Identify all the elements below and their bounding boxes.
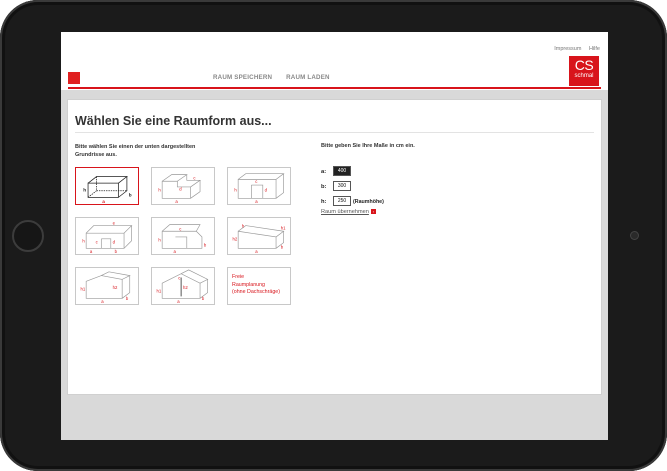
svg-text:h: h [82, 239, 85, 244]
free-planning-line: Freie [232, 274, 245, 280]
brand-square-icon [68, 72, 80, 84]
main-nav: RAUM SPEICHERN RAUM LADEN [213, 74, 342, 81]
svg-text:a: a [255, 199, 258, 204]
free-planning-text: Freie Raumplanung (ohne Dachschräge) [232, 274, 280, 297]
page-title: Wählen Sie eine Raumform aus... [75, 114, 272, 128]
shape-option-gable[interactable]: h1 h2 a b [75, 267, 139, 305]
save-room-link[interactable]: RAUM SPEICHERN [213, 74, 272, 81]
u-shape-room-icon: h a c d [234, 173, 285, 204]
rect-room-icon: h a b [83, 176, 132, 204]
dim-row-h: h: 250 (Raumhöhe) [321, 196, 384, 206]
svg-text:h1: h1 [156, 289, 161, 294]
header-divider [68, 87, 601, 89]
svg-text:c: c [96, 240, 99, 245]
svg-text:a: a [102, 200, 105, 204]
svg-text:b: b [126, 296, 129, 301]
home-button[interactable] [12, 220, 44, 252]
svg-text:b: b [204, 242, 207, 247]
svg-text:b: b [202, 296, 205, 301]
header: Impressum Hilfe RAUM SPEICHERN RAUM LADE… [61, 32, 608, 90]
l-step-room-icon: h a b c d e [82, 221, 133, 254]
slope-room-icon: h2 h1 h a b [232, 223, 286, 254]
svg-text:d: d [265, 188, 268, 193]
top-links: Impressum Hilfe [548, 46, 600, 52]
dim-row-b: b: 300 [321, 181, 351, 191]
take-room-link[interactable]: Raum übernehmen › [321, 209, 376, 215]
shape-instruction: Bitte wählen Sie einen der unten dargest… [75, 144, 196, 158]
svg-text:h1: h1 [281, 225, 286, 230]
svg-text:a: a [175, 199, 178, 204]
dim-input-h[interactable]: 250 [333, 196, 351, 206]
svg-text:h2: h2 [232, 237, 237, 242]
shape-option-l-step[interactable]: h a b c d e [75, 217, 139, 255]
dim-label-a: a: [321, 168, 327, 175]
svg-text:h: h [234, 188, 237, 193]
main-panel: Wählen Sie eine Raumform aus... Bitte wä… [67, 99, 602, 395]
svg-text:d: d [179, 187, 182, 192]
dim-input-b[interactable]: 300 [333, 181, 351, 191]
svg-text:b: b [129, 192, 132, 198]
help-link[interactable]: Hilfe [589, 46, 600, 52]
svg-text:h: h [242, 223, 245, 228]
l-shape-room-icon: h a d c [158, 174, 202, 204]
svg-text:a: a [101, 299, 104, 304]
svg-text:e: e [113, 221, 116, 226]
shape-option-rect[interactable]: h a b [75, 167, 139, 205]
svg-text:h: h [83, 188, 86, 194]
dim-row-a: a: 400 [321, 166, 351, 176]
free-planning-line: Raumplanung [232, 281, 265, 288]
svg-text:c: c [255, 179, 258, 184]
take-room-label: Raum übernehmen [321, 209, 369, 215]
svg-text:h1: h1 [80, 287, 85, 292]
shape-option-slope[interactable]: h2 h1 h a b [227, 217, 291, 255]
svg-text:c: c [193, 175, 196, 180]
dim-label-b: b: [321, 183, 327, 190]
logo: CS schmal [569, 56, 599, 86]
svg-text:b: b [115, 249, 118, 254]
logo-text: CS [574, 57, 594, 73]
shape-option-free-planning[interactable]: Freie Raumplanung (ohne Dachschräge) [227, 267, 291, 305]
title-divider [75, 132, 594, 133]
arrow-right-icon: › [370, 209, 376, 215]
svg-text:h: h [158, 188, 161, 193]
impressum-link[interactable]: Impressum [554, 46, 581, 52]
load-room-link[interactable]: RAUM LADEN [286, 74, 330, 81]
gable-center-room-icon: h1 h2 c a b [156, 269, 209, 304]
svg-text:h: h [158, 238, 161, 243]
svg-text:d: d [113, 240, 116, 245]
dim-label-h: h: [321, 198, 327, 205]
dimension-instruction: Bitte geben Sie Ihre Maße in cm ein. [321, 143, 415, 149]
shape-option-bay[interactable]: h a b c [151, 217, 215, 255]
svg-text:c: c [179, 226, 182, 231]
svg-text:b: b [281, 244, 284, 249]
svg-text:a: a [174, 249, 177, 254]
screen: Impressum Hilfe RAUM SPEICHERN RAUM LADE… [61, 32, 608, 440]
svg-text:a: a [255, 249, 258, 254]
shape-option-gable-center[interactable]: h1 h2 c a b [151, 267, 215, 305]
free-planning-line: (ohne Dachschräge) [232, 289, 280, 296]
svg-text:a: a [90, 249, 93, 254]
gable-room-icon: h1 h2 a b [80, 271, 131, 304]
svg-text:h2: h2 [183, 285, 188, 290]
tablet-frame: Impressum Hilfe RAUM SPEICHERN RAUM LADE… [0, 0, 667, 471]
svg-text:a: a [177, 299, 180, 304]
camera-icon [631, 232, 638, 239]
dim-input-a[interactable]: 400 [333, 166, 351, 176]
svg-text:h2: h2 [113, 285, 118, 290]
room-height-note: (Raumhöhe) [353, 198, 384, 205]
shape-option-u-shape[interactable]: h a c d [227, 167, 291, 205]
logo-subtext: schmal [574, 73, 594, 79]
bay-room-icon: h a b c [158, 224, 207, 254]
shape-option-l-shape[interactable]: h a d c [151, 167, 215, 205]
